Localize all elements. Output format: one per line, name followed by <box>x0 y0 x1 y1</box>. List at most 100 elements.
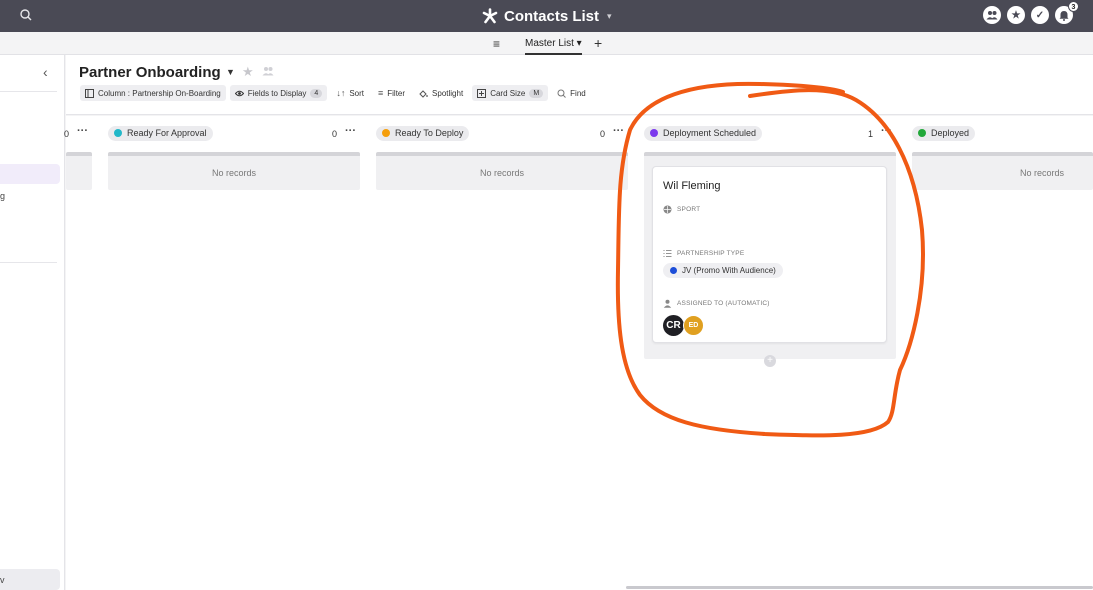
page-header: Partner Onboarding ▼ ★ Column : Partners… <box>66 55 1093 115</box>
search-icon <box>557 89 567 98</box>
check-icon[interactable]: ✓ <box>1031 6 1049 24</box>
column-count: 1 <box>868 129 874 139</box>
add-card-button[interactable]: + <box>764 355 776 367</box>
collapse-sidebar-icon[interactable]: ‹ <box>43 64 48 80</box>
column-title: Deployment Scheduled <box>663 128 757 138</box>
column-header[interactable]: Ready To Deploy <box>376 124 470 142</box>
column-count: 0 <box>332 129 338 139</box>
app-title: Contacts List <box>504 7 600 25</box>
status-dot <box>918 129 926 137</box>
sort-button[interactable]: ↓↑ Sort <box>331 85 369 101</box>
chevron-down-icon: ▾ <box>607 10 612 21</box>
column-header[interactable]: Ready For Approval <box>108 124 213 142</box>
column-header[interactable]: Deployed <box>912 124 976 142</box>
status-pill: Ready To Deploy <box>376 125 470 141</box>
avatar[interactable]: CR <box>663 315 684 336</box>
eye-icon <box>234 90 244 96</box>
top-bar: Contacts List ▾ ★ ✓ 3 <box>0 0 1093 32</box>
column-grouping-label: Column : Partnership On-Boarding <box>98 88 221 98</box>
view-tab-label: Master List <box>525 38 574 49</box>
column-title: Deployed <box>931 128 970 138</box>
share-people-icon[interactable] <box>262 66 274 76</box>
avatar-initials: CR <box>666 320 681 331</box>
empty-state-text: No records <box>1019 168 1064 178</box>
column-lane: No records <box>108 152 360 190</box>
fields-to-display-button[interactable]: Fields to Display 4 <box>229 85 328 101</box>
favorite-star-icon[interactable]: ★ <box>242 64 254 80</box>
column-more-icon[interactable]: ··· <box>881 125 892 137</box>
field-label-partnership-type: PARTNERSHIP TYPE <box>663 249 744 258</box>
sidebar-item-active[interactable] <box>0 164 60 184</box>
column-title: Ready For Approval <box>127 128 207 138</box>
columns-icon <box>85 88 94 98</box>
avatar-initials: ED <box>688 322 699 329</box>
field-label-sport: SPORT <box>663 205 700 214</box>
filter-icon: ≡ <box>378 88 384 98</box>
status-pill: Deployment Scheduled <box>644 125 763 141</box>
card-size-button[interactable]: Card Size M <box>472 85 549 101</box>
empty-state-text: No records <box>211 168 256 178</box>
column-count: 0 <box>64 129 70 139</box>
column-lane: No records <box>912 152 1093 190</box>
card-title: Wil Fleming <box>663 180 721 192</box>
chevron-down-icon[interactable]: ▼ <box>226 67 235 77</box>
star-icon[interactable]: ★ <box>1007 6 1025 24</box>
logo-icon <box>482 8 498 24</box>
divider <box>0 262 57 263</box>
record-card[interactable]: Wil Fleming SPORT PARTNERSHIP TYPE JV (P… <box>652 166 887 343</box>
sidebar-bottom-label: v <box>0 575 5 585</box>
column-title: Ready To Deploy <box>395 128 464 138</box>
column-more-icon[interactable]: ··· <box>345 125 356 137</box>
kanban-board: 0 ··· Ready For Approval 0 ··· No record… <box>64 116 1093 590</box>
status-dot <box>650 129 658 137</box>
view-tab-master-list[interactable]: Master List ▾ <box>525 38 582 55</box>
column-more-icon[interactable]: ··· <box>613 125 624 137</box>
column-count: 0 <box>600 129 606 139</box>
notification-count-badge: 3 <box>1068 1 1079 12</box>
left-sidebar: ‹ g v <box>0 55 65 590</box>
field-label-text: PARTNERSHIP TYPE <box>677 250 745 257</box>
app-title-switcher[interactable]: Contacts List ▾ <box>482 5 612 27</box>
sidebar-bottom-item[interactable]: v <box>0 569 60 590</box>
find-button[interactable]: Find <box>552 85 591 101</box>
tag-label: JV (Promo With Audience) <box>682 266 776 275</box>
divider <box>0 91 57 92</box>
status-dot <box>114 129 122 137</box>
fields-to-display-label: Fields to Display <box>247 88 307 98</box>
horizontal-scrollbar[interactable] <box>626 586 1093 589</box>
column-header[interactable]: Deployment Scheduled <box>644 124 763 142</box>
paint-bucket-icon <box>419 89 428 98</box>
column-lane: No records <box>376 152 628 190</box>
toolbar: Column : Partnership On-Boarding Fields … <box>80 85 591 101</box>
column-lane: Wil Fleming SPORT PARTNERSHIP TYPE JV (P… <box>644 152 896 359</box>
tag-dot <box>670 267 677 274</box>
person-icon <box>663 299 672 308</box>
partnership-type-tag: JV (Promo With Audience) <box>663 263 783 278</box>
avatar[interactable]: ED <box>683 315 704 336</box>
sort-icon: ↓↑ <box>336 88 346 98</box>
sort-label: Sort <box>349 88 364 98</box>
card-size-badge: M <box>529 88 544 98</box>
team-icon[interactable] <box>983 6 1001 24</box>
status-dot <box>382 129 390 137</box>
card-size-label: Card Size <box>490 88 526 98</box>
sport-ball-icon <box>663 205 672 214</box>
search-icon[interactable] <box>19 8 33 22</box>
find-label: Find <box>570 88 586 98</box>
spotlight-label: Spotlight <box>432 88 464 98</box>
notification-bell-icon[interactable]: 3 <box>1055 1 1079 24</box>
field-label-text: ASSIGNED TO (AUTOMATIC) <box>677 300 770 307</box>
empty-state-text: No records <box>479 168 524 178</box>
status-pill: Ready For Approval <box>108 125 213 141</box>
filter-button[interactable]: ≡ Filter <box>373 85 410 101</box>
page-title: Partner Onboarding <box>79 64 221 81</box>
column-more-icon[interactable]: ··· <box>77 125 88 137</box>
fields-count-badge: 4 <box>310 88 323 98</box>
filter-label: Filter <box>387 88 406 98</box>
column-grouping-button[interactable]: Column : Partnership On-Boarding <box>80 85 226 101</box>
spotlight-button[interactable]: Spotlight <box>414 85 468 101</box>
menu-icon[interactable]: ≡ <box>493 37 500 51</box>
view-bar: ≡ Master List ▾ + <box>0 32 1093 55</box>
add-view-button[interactable]: + <box>594 35 602 51</box>
sidebar-item-label[interactable]: g <box>0 191 5 201</box>
